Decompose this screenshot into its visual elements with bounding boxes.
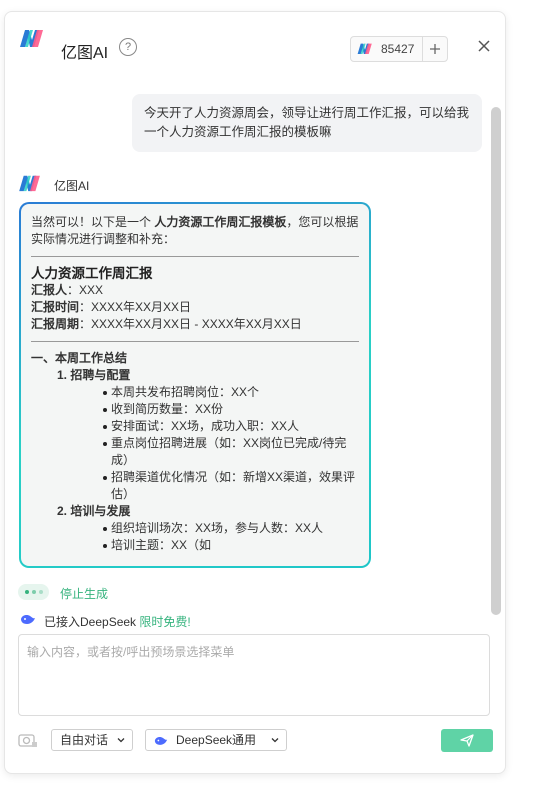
list-item: 招聘渠道优化情况（如：新增XX渠道，效果评估） (103, 469, 359, 503)
list-item: 收到简历数量：XX份 (103, 401, 359, 418)
meta-report-period: 汇报周期：XXXX年XX月XX日 - XXXX年XX月XX日 (31, 317, 302, 331)
deepseek-whale-icon (21, 615, 35, 624)
subsection-title: 1. 招聘与配置 (57, 368, 131, 382)
training-list: 组织培训场次：XX场，参与人数：XX人 培训主题：XX（如 (31, 520, 359, 554)
chat-scrollbar[interactable] (491, 107, 501, 615)
section-title: 一、本周工作总结 (31, 351, 128, 365)
yitu-ai-logo-icon (20, 30, 43, 47)
credits-logo-icon (357, 43, 372, 55)
message-input-box[interactable] (18, 634, 490, 716)
list-item: 本周共发布招聘岗位：XX个 (103, 384, 359, 401)
close-button[interactable] (475, 38, 493, 56)
deepseek-whale-icon (154, 737, 168, 745)
loading-dot (39, 590, 43, 594)
divider (31, 341, 359, 342)
dialog-mode-label: 自由对话 (60, 733, 109, 747)
model-label: DeepSeek通用 (176, 733, 257, 747)
credits-box: 85427 (350, 36, 448, 62)
app-title: 亿图AI (61, 45, 109, 62)
loading-dot (25, 590, 29, 594)
credits-count: 85427 (381, 42, 415, 56)
meta-reporter: 汇报人：XXX (31, 283, 104, 297)
model-select[interactable]: DeepSeek通用 (145, 729, 287, 751)
list-item: 培训主题：XX（如 (103, 537, 359, 554)
message-input[interactable] (19, 635, 489, 715)
list-item: 重点岗位招聘进展（如：XX岗位已完成/待完成） (103, 435, 359, 469)
ai-response-card: 当然可以！以下是一个 人力资源工作周汇报模板，您可以根据实际情况进行调整和补充：… (19, 202, 371, 568)
close-icon (478, 40, 490, 52)
ai-avatar-logo-icon (19, 175, 40, 192)
plus-icon (430, 44, 440, 54)
recruitment-list: 本周共发布招聘岗位：XX个 收到简历数量：XX份 安排面试：XX场，成功入职：X… (31, 384, 359, 503)
loading-dot (32, 590, 36, 594)
dialog-mode-select[interactable]: 自由对话 (51, 729, 133, 751)
send-button[interactable] (441, 729, 493, 752)
ai-name-label: 亿图AI (54, 179, 90, 193)
meta-report-time: 汇报时间：XXXX年XX月XX日 (31, 300, 192, 314)
list-item: 组织培训场次：XX场，参与人数：XX人 (103, 520, 359, 537)
add-credits-button[interactable] (422, 37, 447, 61)
report-title: 人力资源工作周汇报 (31, 266, 153, 281)
chevron-down-icon (117, 738, 125, 743)
send-icon (460, 734, 474, 747)
subsection-title: 2. 培训与发展 (57, 504, 131, 518)
deepseek-status: 已接入DeepSeek 限时免费! (44, 615, 191, 629)
generating-indicator (18, 584, 49, 600)
user-message-bubble: 今天开了人力资源周会，领导让进行周工作汇报，可以给我一个人力资源工作周汇报的模板… (132, 94, 482, 152)
list-item: 安排面试：XX场，成功入职：XX人 (103, 418, 359, 435)
chevron-down-icon (271, 738, 279, 743)
divider (31, 256, 359, 257)
help-icon[interactable]: ? (119, 38, 137, 56)
screenshot-icon[interactable] (18, 732, 38, 748)
stop-generation-button[interactable]: 停止生成 (60, 585, 108, 602)
ai-intro-text: 当然可以！以下是一个 人力资源工作周汇报模板，您可以根据实际情况进行调整和补充： (31, 215, 359, 246)
